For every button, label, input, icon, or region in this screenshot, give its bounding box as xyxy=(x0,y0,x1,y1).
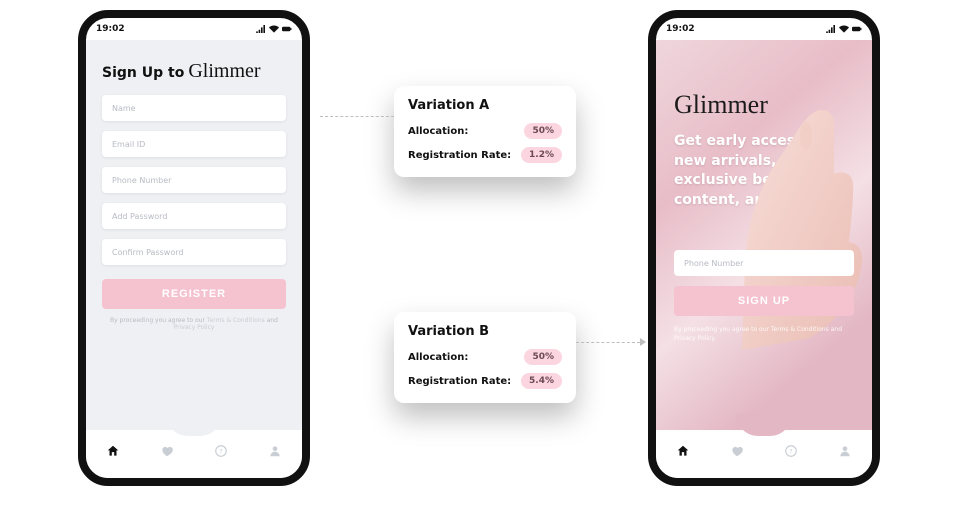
hero-text: Get early access to new arrivals, sales,… xyxy=(674,132,834,210)
title-prefix: Sign Up to xyxy=(102,65,184,81)
brand-name: Glimmer xyxy=(674,90,854,120)
rate-label: Registration Rate: xyxy=(408,376,511,387)
status-icons xyxy=(256,25,292,33)
allocation-label: Allocation: xyxy=(408,352,468,363)
home-icon xyxy=(676,444,690,458)
nav-favorites[interactable] xyxy=(730,443,744,462)
card-title: Variation B xyxy=(408,324,562,339)
signal-icon xyxy=(256,25,266,33)
bottom-nav: ? xyxy=(86,430,302,478)
hero-signup-screen: Glimmer Get early access to new arrivals… xyxy=(656,40,872,430)
connector-b xyxy=(576,342,640,343)
variation-b-card: Variation B Allocation: 50% Registration… xyxy=(394,312,576,403)
variation-a-card: Variation A Allocation: 50% Registration… xyxy=(394,86,576,177)
phone-field[interactable]: Phone Number xyxy=(674,250,854,276)
nav-help[interactable]: ? xyxy=(214,443,228,462)
svg-text:?: ? xyxy=(219,447,222,455)
legal-text: By proceeding you agree to our Terms & C… xyxy=(674,326,854,343)
phone-mockup-variation-b: 19:02 Glimmer Get early access to new ar… xyxy=(648,10,880,486)
wifi-icon xyxy=(269,25,279,33)
status-icons xyxy=(826,25,862,33)
bottom-nav: ? xyxy=(656,430,872,478)
help-icon: ? xyxy=(214,444,228,458)
signup-button[interactable]: SIGN UP xyxy=(674,286,854,316)
rate-row: Registration Rate: 5.4% xyxy=(408,373,562,389)
connector-a xyxy=(320,116,394,117)
status-bar: 19:02 xyxy=(656,18,872,40)
rate-value: 1.2% xyxy=(521,147,562,163)
signup-form-screen: Sign Up to Glimmer Name Email ID Phone N… xyxy=(86,40,302,430)
status-bar: 19:02 xyxy=(86,18,302,40)
allocation-value: 50% xyxy=(524,349,562,365)
signal-icon xyxy=(826,25,836,33)
allocation-value: 50% xyxy=(524,123,562,139)
password-field[interactable]: Add Password xyxy=(102,203,286,229)
nav-favorites[interactable] xyxy=(160,443,174,462)
email-field[interactable]: Email ID xyxy=(102,131,286,157)
placeholder: Confirm Password xyxy=(112,248,183,257)
help-icon: ? xyxy=(784,444,798,458)
allocation-row: Allocation: 50% xyxy=(408,349,562,365)
nav-profile[interactable] xyxy=(268,443,282,462)
register-button[interactable]: REGISTER xyxy=(102,279,286,309)
heart-icon xyxy=(730,444,744,458)
card-title: Variation A xyxy=(408,98,562,113)
wifi-icon xyxy=(839,25,849,33)
nav-home[interactable] xyxy=(676,443,690,462)
allocation-label: Allocation: xyxy=(408,126,468,137)
rate-row: Registration Rate: 1.2% xyxy=(408,147,562,163)
rate-value: 5.4% xyxy=(521,373,562,389)
nav-home[interactable] xyxy=(106,443,120,462)
phone-field[interactable]: Phone Number xyxy=(102,167,286,193)
heart-icon xyxy=(160,444,174,458)
privacy-link[interactable]: Privacy Policy xyxy=(174,324,215,331)
status-time: 19:02 xyxy=(666,24,695,34)
confirm-password-field[interactable]: Confirm Password xyxy=(102,239,286,265)
placeholder: Phone Number xyxy=(112,176,171,185)
legal-text: By proceeding you agree to our Terms & C… xyxy=(102,317,286,331)
battery-icon xyxy=(282,25,292,33)
arrow-icon xyxy=(640,338,646,346)
placeholder: Phone Number xyxy=(684,259,743,268)
user-icon xyxy=(268,444,282,458)
status-time: 19:02 xyxy=(96,24,125,34)
name-field[interactable]: Name xyxy=(102,95,286,121)
battery-icon xyxy=(852,25,862,33)
placeholder: Name xyxy=(112,104,136,113)
nav-help[interactable]: ? xyxy=(784,443,798,462)
user-icon xyxy=(838,444,852,458)
rate-label: Registration Rate: xyxy=(408,150,511,161)
svg-text:?: ? xyxy=(789,447,792,455)
brand-name: Glimmer xyxy=(188,60,260,83)
nav-profile[interactable] xyxy=(838,443,852,462)
terms-link[interactable]: Terms & Conditions xyxy=(207,317,265,324)
allocation-row: Allocation: 50% xyxy=(408,123,562,139)
home-icon xyxy=(106,444,120,458)
placeholder: Add Password xyxy=(112,212,167,221)
placeholder: Email ID xyxy=(112,140,145,149)
phone-mockup-variation-a: 19:02 Sign Up to Glimmer Name Email ID P… xyxy=(78,10,310,486)
signup-title: Sign Up to Glimmer xyxy=(102,60,286,83)
